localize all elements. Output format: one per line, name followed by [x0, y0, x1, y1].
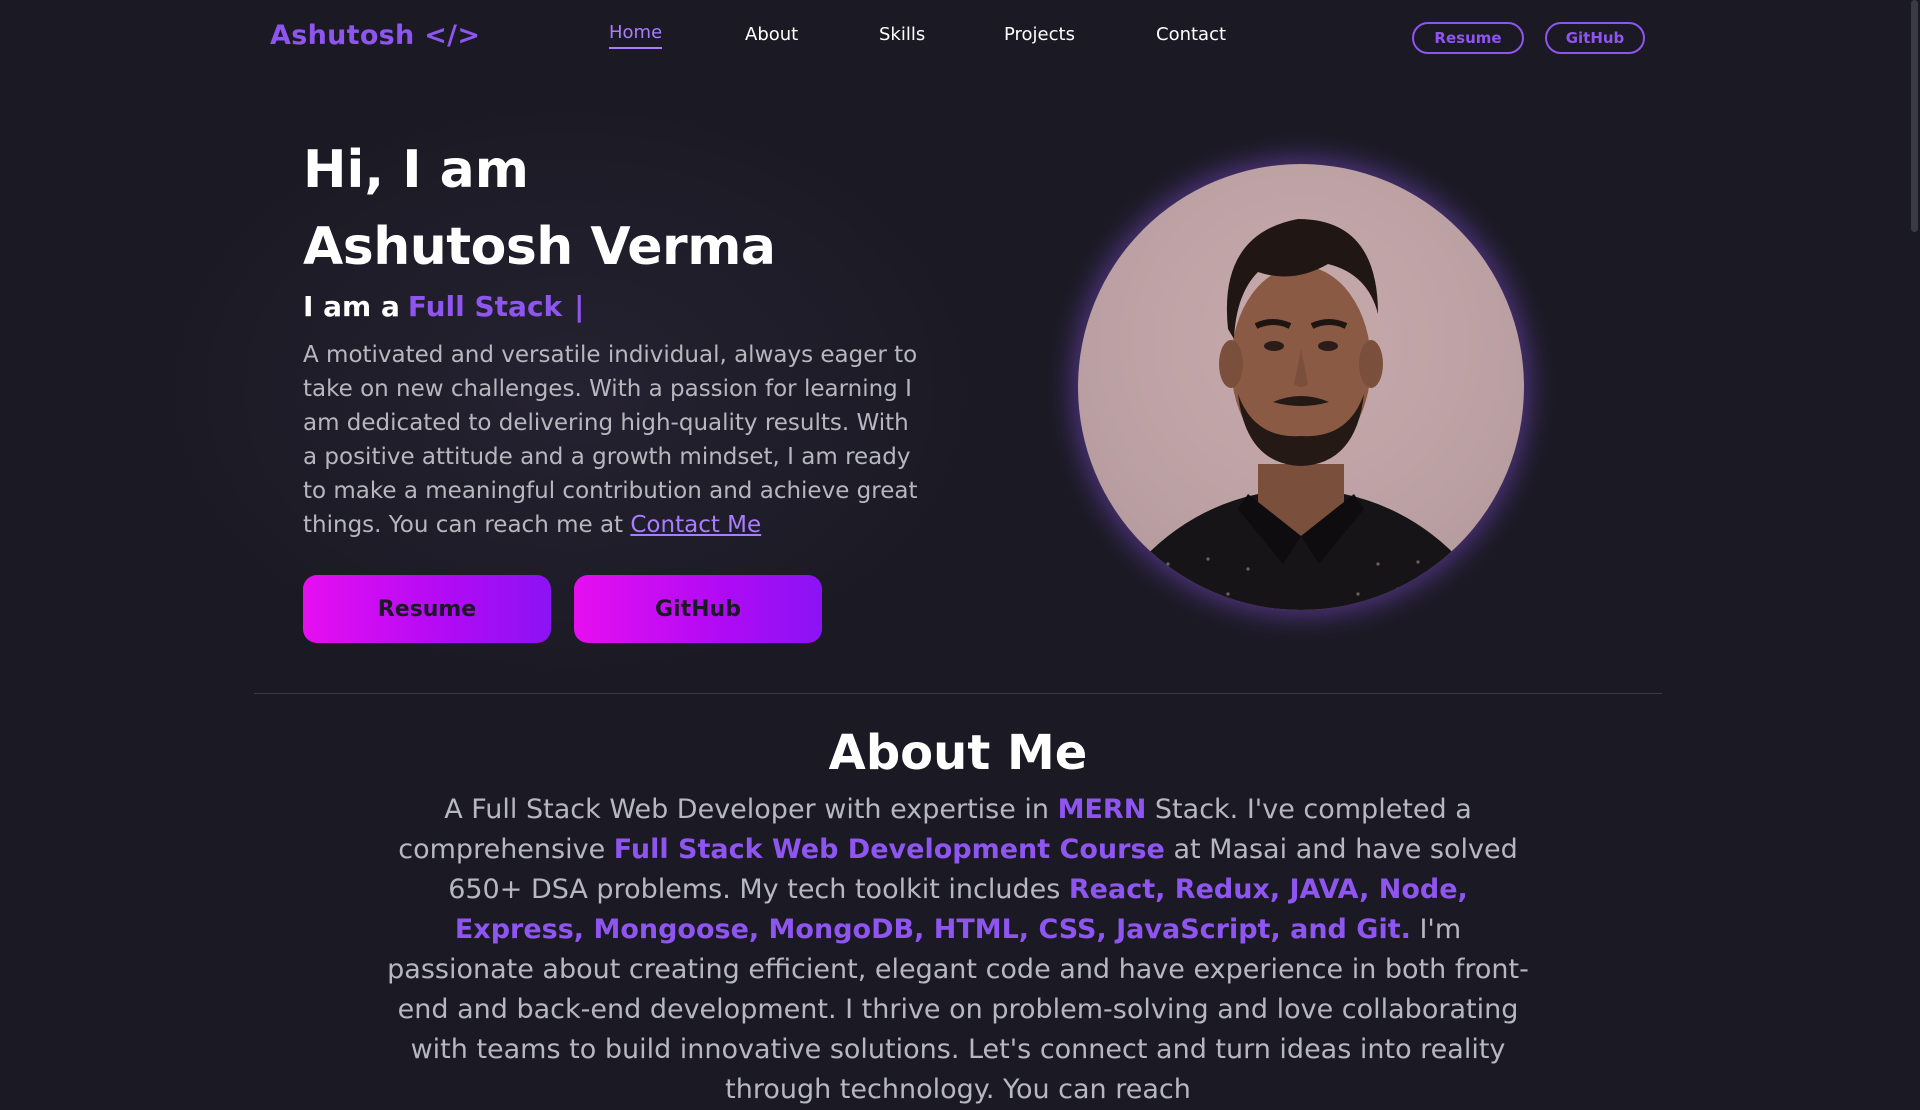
nav-link-skills[interactable]: Skills [879, 24, 925, 45]
nav-link-about[interactable]: About [745, 24, 798, 45]
top-navbar: Ashutosh </> Home About Skills Projects … [0, 0, 1908, 78]
nav-link-home[interactable]: Home [609, 22, 663, 49]
hero-github-button[interactable]: GitHub [574, 575, 822, 643]
site-logo[interactable]: Ashutosh </> [270, 20, 480, 51]
profile-portrait-illustration [1118, 219, 1488, 610]
nav-link-contact[interactable]: Contact [1156, 24, 1226, 45]
hero-role-line: I am a Full Stack | [303, 290, 584, 323]
section-divider [254, 693, 1662, 694]
nav-github-button[interactable]: GitHub [1545, 22, 1645, 54]
hero-bio: A motivated and versatile individual, al… [303, 338, 928, 542]
hero-bio-text: A motivated and versatile individual, al… [303, 342, 918, 538]
nav-resume-button[interactable]: Resume [1412, 22, 1524, 54]
role-prefix: I am a [303, 290, 400, 323]
about-title: About Me [828, 725, 1088, 781]
hero-resume-button[interactable]: Resume [303, 575, 551, 643]
nav-link-projects[interactable]: Projects [1004, 24, 1075, 45]
page-scrollbar[interactable] [1908, 0, 1920, 1080]
about-highlight-course: Full Stack Web Development Course [613, 834, 1165, 865]
hero-name: Ashutosh Verma [303, 217, 776, 277]
about-highlight-mern: MERN [1057, 794, 1147, 825]
typing-cursor: | [574, 290, 585, 323]
profile-photo [1078, 164, 1524, 610]
contact-me-link[interactable]: Contact Me [630, 512, 761, 538]
hero-greeting: Hi, I am [303, 140, 529, 200]
about-paragraph: A Full Stack Web Developer with expertis… [380, 790, 1536, 1110]
scrollbar-thumb[interactable] [1911, 0, 1918, 232]
role-typed-text: Full Stack [407, 290, 563, 323]
about-text-1: A Full Stack Web Developer with expertis… [444, 794, 1050, 825]
